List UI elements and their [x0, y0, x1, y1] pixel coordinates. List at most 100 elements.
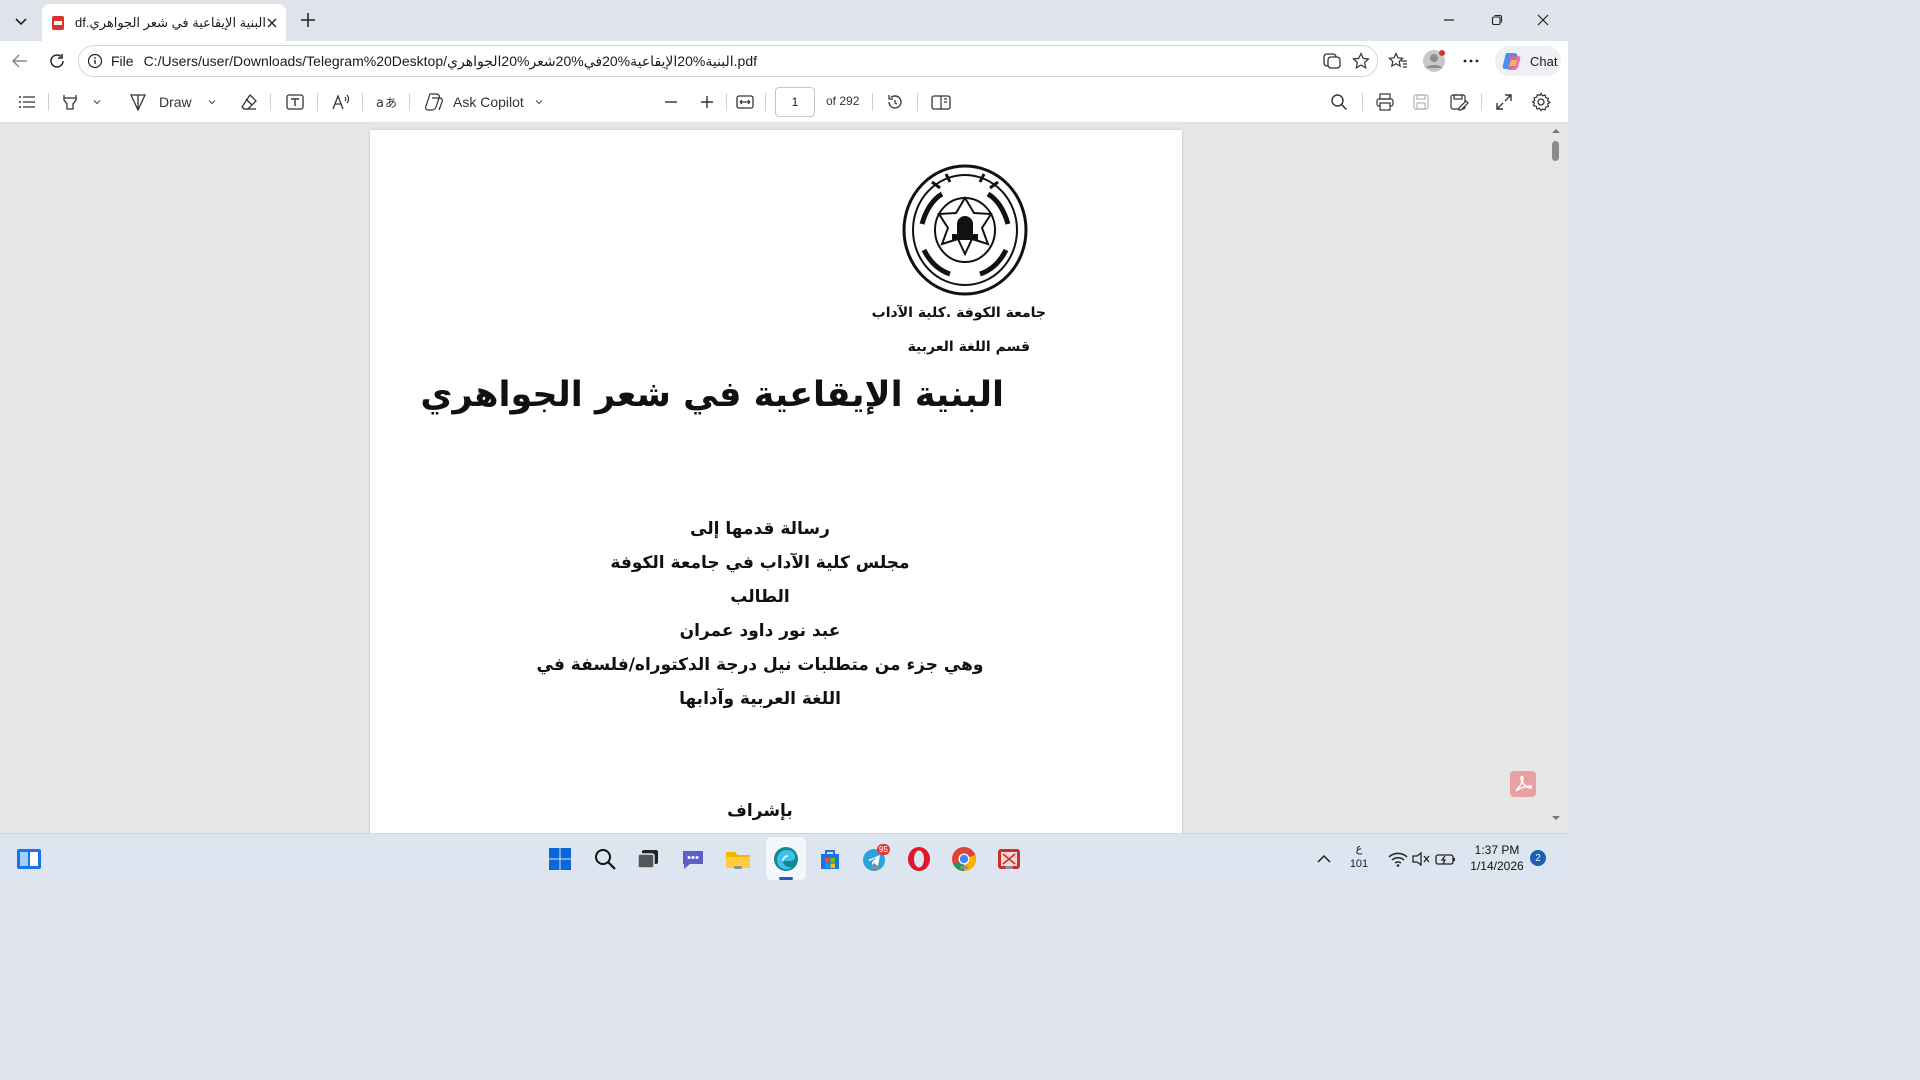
rotate-button[interactable]: [885, 90, 905, 114]
scroll-down-icon[interactable]: [1548, 813, 1564, 823]
save-as-button[interactable]: [1449, 90, 1469, 114]
store-button[interactable]: [815, 844, 845, 874]
scroll-up-icon[interactable]: [1548, 126, 1564, 136]
close-window-button[interactable]: [1520, 4, 1566, 36]
list-icon: [19, 96, 35, 108]
address-row: File C:/Users/user/Downloads/Telegram%20…: [0, 41, 1568, 81]
back-button[interactable]: [8, 49, 32, 73]
draw-icon: [129, 94, 147, 112]
notification-badge[interactable]: 2: [1530, 850, 1546, 866]
show-hidden-icons-button[interactable]: [1309, 844, 1339, 874]
thesis-line: الطالب: [730, 587, 790, 607]
telegram-button[interactable]: 95: [860, 844, 890, 874]
close-tab-icon[interactable]: [266, 17, 278, 29]
store-icon: [821, 850, 839, 869]
opera-icon: [908, 847, 930, 871]
plus-icon: [301, 13, 315, 27]
running-indicator: [871, 866, 879, 869]
page-view-button[interactable]: [930, 90, 952, 114]
svg-text:あ: あ: [385, 96, 397, 110]
info-icon[interactable]: [87, 53, 103, 69]
immersive-reader-button[interactable]: [1320, 49, 1344, 73]
language-code: 101: [1349, 858, 1369, 870]
language-glyph: ع: [1355, 843, 1363, 855]
file-explorer-button[interactable]: [723, 844, 753, 874]
draw-button[interactable]: Draw: [128, 90, 217, 114]
task-view-icon: [637, 850, 658, 869]
restore-button[interactable]: [1474, 4, 1520, 36]
text-box-icon: [286, 94, 304, 110]
running-indicator: [734, 866, 742, 869]
more-options-button[interactable]: [1459, 49, 1483, 73]
thesis-title: البنية الإيقاعية في شعر الجواهري: [420, 375, 1004, 415]
fit-to-width-button[interactable]: [735, 90, 755, 114]
new-tab-button[interactable]: [296, 8, 320, 32]
more-icon: [1463, 59, 1479, 63]
expand-icon: [1496, 94, 1512, 110]
copilot-chat-button[interactable]: Chat: [1495, 46, 1561, 76]
print-button[interactable]: [1375, 90, 1395, 114]
contents-button[interactable]: [17, 90, 37, 114]
page-number-input[interactable]: 1: [775, 87, 815, 117]
translate-button[interactable]: aあ: [375, 90, 397, 114]
input-language-indicator[interactable]: ع 101: [1347, 842, 1371, 872]
scrollbar-thumb[interactable]: [1552, 141, 1559, 161]
erase-button[interactable]: [239, 90, 259, 114]
volume-muted-icon: [1412, 851, 1430, 867]
teams-chat-button[interactable]: [678, 844, 708, 874]
minimize-button[interactable]: [1426, 4, 1472, 36]
system-clock[interactable]: 1:37 PM 1/14/2026: [1465, 842, 1529, 874]
tab-actions-button[interactable]: [6, 6, 36, 36]
adobe-acrobat-button[interactable]: [1510, 771, 1536, 797]
ask-copilot-label: Ask Copilot: [453, 94, 524, 110]
address-bar[interactable]: File C:/Users/user/Downloads/Telegram%20…: [78, 45, 1378, 77]
draw-label: Draw: [159, 94, 192, 110]
gear-icon: [1531, 92, 1551, 112]
telegram-unread-badge: 95: [877, 844, 890, 855]
chrome-button[interactable]: [949, 844, 979, 874]
start-button[interactable]: [545, 844, 575, 874]
refresh-button[interactable]: [45, 49, 69, 73]
save-as-icon: [1450, 94, 1469, 111]
highlight-button[interactable]: [60, 90, 102, 114]
vertical-scrollbar[interactable]: [1548, 123, 1564, 833]
favorite-button[interactable]: [1349, 49, 1373, 73]
favorites-icon: [1388, 52, 1407, 68]
read-aloud-button[interactable]: [331, 90, 351, 114]
chevron-down-icon[interactable]: [207, 97, 217, 107]
profile-button[interactable]: [1422, 49, 1446, 73]
save-icon: [1413, 94, 1429, 110]
search-button[interactable]: [1330, 90, 1348, 114]
pdf-viewer[interactable]: جامعة الكوفة .كلية الآداب قسم اللغة العر…: [0, 123, 1568, 833]
full-screen-button[interactable]: [1495, 90, 1513, 114]
thesis-line: وهي جزء من متطلبات نيل درجة الدكتوراه/فل…: [536, 655, 984, 675]
widgets-icon: [17, 849, 41, 869]
add-text-button[interactable]: [285, 90, 305, 114]
thesis-line: مجلس كلية الآداب في جامعة الكوفة: [610, 553, 910, 573]
taskbar-search-button[interactable]: [590, 844, 620, 874]
chevron-down-icon[interactable]: [92, 97, 102, 107]
address-url[interactable]: C:/Users/user/Downloads/Telegram%20Deskt…: [144, 53, 757, 70]
browser-tab[interactable]: البنية الإيقاعية في شعر الجواهري.pdf: [42, 4, 286, 41]
favorites-button[interactable]: [1386, 49, 1410, 73]
edge-taskbar-button[interactable]: [771, 844, 801, 880]
taskbar: 95 ع 101 1:37 PM 1/14/2026 2: [0, 833, 1568, 882]
settings-button[interactable]: [1531, 90, 1551, 114]
task-view-button[interactable]: [633, 844, 663, 874]
ask-copilot-button[interactable]: Ask Copilot: [424, 90, 544, 114]
snipping-tool-button[interactable]: [994, 844, 1024, 874]
restore-icon: [1491, 14, 1503, 26]
refresh-icon: [50, 54, 64, 68]
pdf-toolbar: Draw aあ Ask Copilot 1 of 292: [0, 81, 1568, 123]
search-icon: [595, 849, 616, 870]
zoom-out-button[interactable]: [663, 90, 679, 114]
opera-button[interactable]: [904, 844, 934, 874]
battery-button[interactable]: [1431, 844, 1461, 874]
edge-icon: [774, 847, 798, 871]
save-button[interactable]: [1412, 90, 1430, 114]
chevron-down-icon[interactable]: [534, 97, 544, 107]
eraser-icon: [241, 93, 257, 110]
running-indicator: [1005, 866, 1013, 869]
zoom-in-button[interactable]: [699, 90, 715, 114]
widgets-button[interactable]: [14, 844, 44, 874]
